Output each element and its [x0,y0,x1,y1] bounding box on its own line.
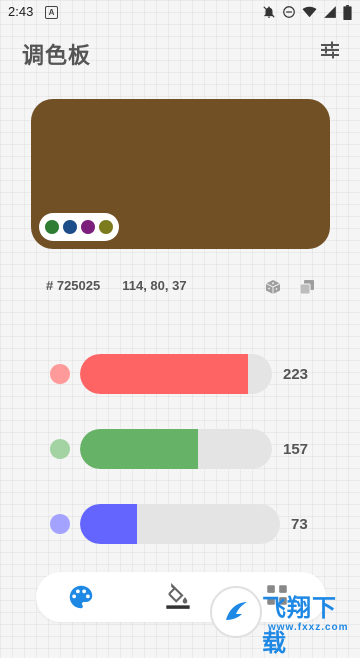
do-not-disturb-icon [283,6,295,18]
palette-icon [69,585,93,609]
random-color-button[interactable] [265,279,281,295]
color-info: # 725025 114, 80, 37 [46,278,187,293]
red-slider[interactable] [80,354,272,394]
tab-palette[interactable] [66,582,96,612]
status-icons [262,4,352,20]
saved-color-swatch[interactable] [99,220,113,234]
saved-colors [39,213,119,241]
green-slider-fill [80,429,199,469]
battery-icon [343,4,352,20]
watermark-logo-icon [226,602,247,620]
watermark: 飞翔下载 www.fxxz.com [188,576,360,657]
green-indicator-dot [50,439,70,459]
status-bar: 2:43 A [0,0,360,24]
watermark-url: www.fxxz.com [268,622,349,633]
blue-value: 73 [291,516,308,533]
hex-value: # 725025 [46,278,101,293]
settings-button[interactable] [320,40,340,60]
dice-icon [265,280,281,294]
saved-color-swatch[interactable] [63,220,77,234]
red-value: 223 [283,366,309,383]
blue-slider[interactable] [80,504,280,544]
saved-color-swatch[interactable] [45,220,59,234]
sliders-icon [321,41,339,59]
watermark-logo [210,586,262,638]
page-title: 调色板 [22,44,92,69]
blue-indicator-dot [50,514,70,534]
blue-slider-fill [80,504,138,544]
app-notification-icon: A [45,6,58,19]
color-preview [31,99,330,249]
green-value: 157 [283,441,309,458]
notifications-off-icon [263,6,275,18]
copy-button[interactable] [299,279,315,295]
red-slider-fill [80,354,248,394]
saved-color-swatch[interactable] [81,220,95,234]
status-time: 2:43 [8,4,34,19]
rgb-value: 114, 80, 37 [122,278,187,293]
green-slider[interactable] [80,429,272,469]
signal-icon [324,6,336,18]
red-indicator-dot [50,364,70,384]
copy-icon [299,280,314,295]
wifi-icon [302,6,317,18]
